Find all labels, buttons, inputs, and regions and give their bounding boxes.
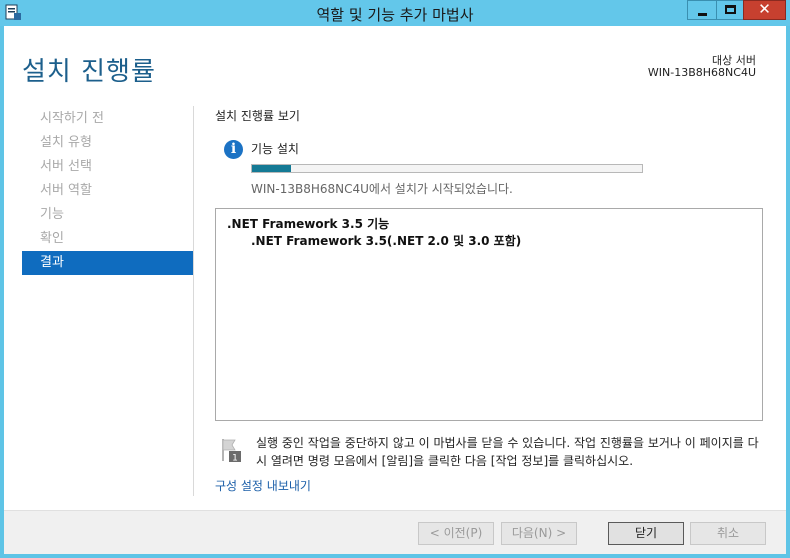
wizard-content: 설치 진행률 대상 서버 WIN-13B8H68NC4U 시작하기 전 설치 유… [4, 26, 786, 554]
title-bar[interactable]: 역할 및 기능 추가 마법사 ✕ [0, 0, 790, 26]
notification-flag-icon: 1 [222, 439, 241, 464]
section-title: 설치 진행률 보기 [215, 109, 300, 123]
info-icon: i [224, 140, 243, 159]
results-list[interactable]: .NET Framework 3.5 기능 .NET Framework 3.5… [215, 208, 763, 421]
close-icon: ✕ [758, 0, 771, 18]
nav-item-server-selection[interactable]: 서버 선택 [22, 155, 193, 179]
target-server-name: WIN-13B8H68NC4U [647, 66, 756, 79]
progress-fill [252, 165, 291, 172]
window-title: 역할 및 기능 추가 마법사 [316, 6, 474, 24]
wizard-steps-nav: 시작하기 전 설치 유형 서버 선택 서버 역할 기능 확인 결과 [22, 107, 193, 275]
nav-item-before-you-begin[interactable]: 시작하기 전 [22, 107, 193, 131]
nav-item-installation-type[interactable]: 설치 유형 [22, 131, 193, 155]
export-settings-link[interactable]: 구성 설정 내보내기 [215, 477, 311, 494]
feature-install-label: 기능 설치 [251, 142, 299, 156]
previous-button[interactable]: < 이전(P) [418, 522, 494, 545]
minimize-button[interactable] [687, 0, 717, 20]
nav-item-server-roles[interactable]: 서버 역할 [22, 179, 193, 203]
nav-item-confirmation[interactable]: 확인 [22, 227, 193, 251]
cancel-button[interactable]: 취소 [690, 522, 766, 545]
install-progress-bar [251, 164, 643, 173]
maximize-icon [725, 5, 736, 14]
nav-divider [193, 106, 194, 496]
list-item: .NET Framework 3.5(.NET 2.0 및 3.0 포함) [251, 234, 522, 248]
close-wizard-note: 실행 중인 작업을 중단하지 않고 이 마법사를 닫을 수 있습니다. 작업 진… [256, 436, 759, 468]
notification-badge: 1 [232, 454, 238, 464]
list-item: .NET Framework 3.5 기능 [227, 217, 390, 231]
install-status-text: WIN-13B8H68NC4U에서 설치가 시작되었습니다. [251, 182, 513, 196]
nav-item-features[interactable]: 기능 [22, 203, 193, 227]
maximize-button[interactable] [716, 0, 744, 20]
nav-item-results[interactable]: 결과 [22, 251, 193, 275]
wizard-footer: < 이전(P) 다음(N) > 닫기 취소 [4, 510, 786, 554]
close-window-button[interactable]: ✕ [743, 0, 786, 20]
close-button[interactable]: 닫기 [608, 522, 684, 545]
page-title: 설치 진행률 [22, 57, 156, 87]
next-button[interactable]: 다음(N) > [501, 522, 577, 545]
minimize-icon [698, 13, 707, 16]
